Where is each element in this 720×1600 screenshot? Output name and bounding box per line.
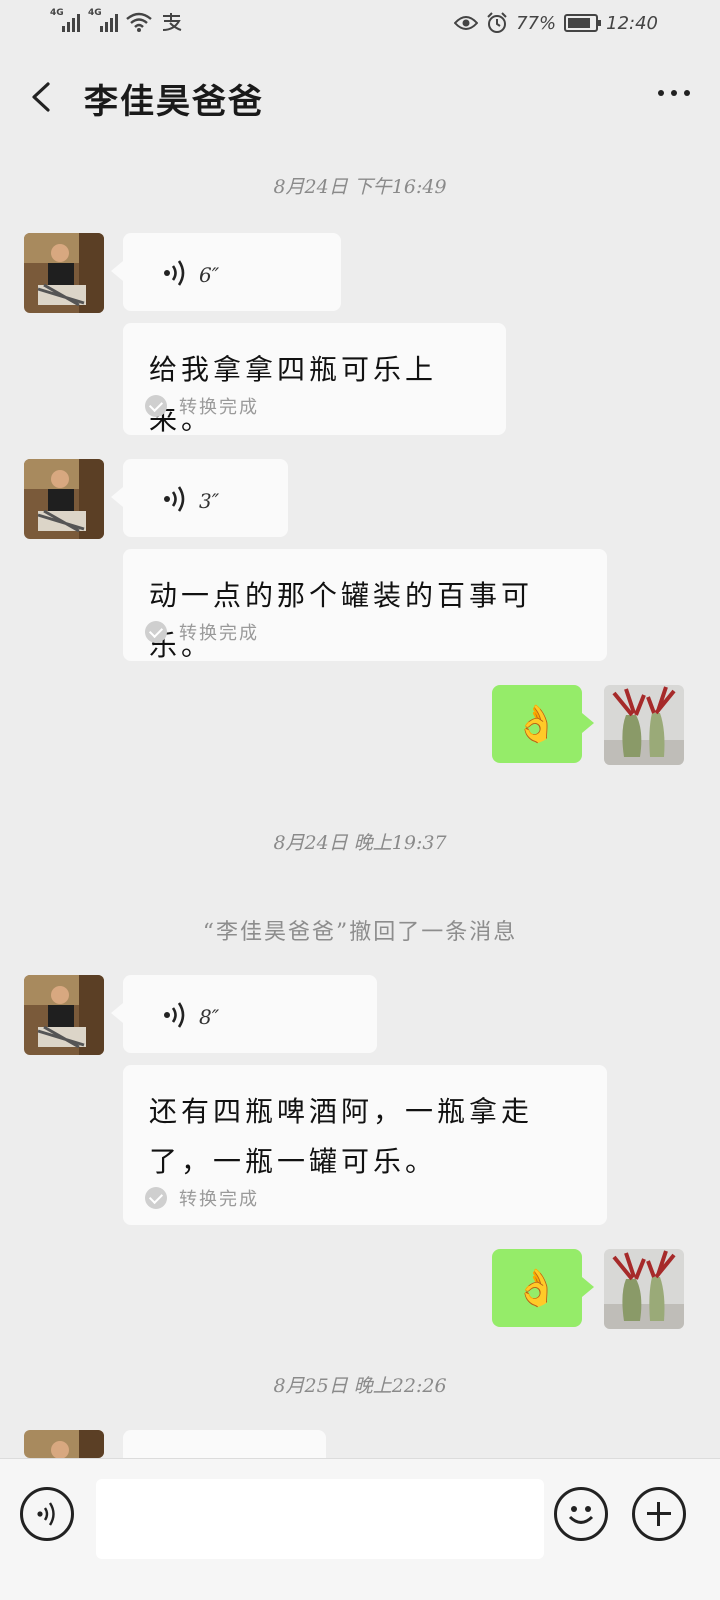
chat-title: 李佳昊爸爸 xyxy=(84,82,264,122)
check-icon xyxy=(145,395,167,417)
transcription-bubble[interactable]: 给我拿拿四瓶可乐上来。 转换完成 xyxy=(123,323,506,436)
avatar[interactable] xyxy=(24,1430,104,1458)
voice-message[interactable]: 8″ xyxy=(111,975,377,1053)
network-type: 4G xyxy=(50,8,64,18)
voice-duration: 8″ xyxy=(199,1005,220,1029)
battery-icon xyxy=(564,14,602,32)
transcription-status-label: 转换完成 xyxy=(179,1189,259,1210)
voice-icon xyxy=(37,1502,55,1526)
avatar[interactable] xyxy=(24,233,104,313)
avatar[interactable] xyxy=(24,975,104,1055)
my-avatar[interactable] xyxy=(604,1249,684,1329)
transcription-status: 转换完成 xyxy=(145,393,259,419)
check-icon xyxy=(145,621,167,643)
status-left: 4G 4G xyxy=(50,8,184,32)
transcription-status-label: 转换完成 xyxy=(179,623,259,644)
battery-percent: 77% xyxy=(516,12,557,34)
time-separator: 8月24日 下午16:49 xyxy=(273,176,447,198)
recall-notice: “李佳昊爸爸”撤回了一条消息 xyxy=(202,920,518,945)
transcription-text: 还有四瓶啤酒阿，一瓶拿走了，一瓶一罐可乐。 xyxy=(149,1095,534,1178)
sent-emoji-message[interactable]: 👌 xyxy=(492,685,594,763)
emoji-button[interactable] xyxy=(554,1487,608,1541)
signal-icon: 4G xyxy=(50,8,80,32)
voice-icon xyxy=(164,1002,185,1028)
voice-icon xyxy=(164,486,185,512)
alipay-icon xyxy=(162,13,182,31)
avatar[interactable] xyxy=(24,459,104,539)
voice-icon xyxy=(164,260,185,286)
sent-emoji-message[interactable]: 👌 xyxy=(492,1249,594,1327)
my-avatar[interactable] xyxy=(604,685,684,765)
input-bar xyxy=(0,1458,720,1600)
voice-input-toggle[interactable] xyxy=(20,1487,74,1541)
back-arrow-icon[interactable] xyxy=(28,82,54,112)
clock: 12:40 xyxy=(606,12,658,34)
voice-duration: 6″ xyxy=(199,263,220,287)
time-separator: 8月24日 晚上19:37 xyxy=(273,832,447,854)
alarm-icon xyxy=(487,12,507,33)
check-icon xyxy=(145,1187,167,1209)
transcription-status-label: 转换完成 xyxy=(179,397,259,418)
smiley-icon xyxy=(568,1506,594,1524)
message-input[interactable] xyxy=(96,1479,544,1559)
eye-icon xyxy=(454,16,479,30)
transcription-status: 转换完成 xyxy=(145,1185,259,1211)
voice-message[interactable]: 3″ xyxy=(111,459,288,537)
more-functions-button[interactable] xyxy=(632,1487,686,1541)
network-type: 4G xyxy=(88,8,102,18)
ok-hand-emoji: 👌 xyxy=(514,704,559,745)
voice-message[interactable] xyxy=(123,1430,326,1458)
chat-header: 李佳昊爸爸 xyxy=(0,48,720,144)
wifi-icon xyxy=(126,12,152,32)
voice-duration: 3″ xyxy=(199,489,220,513)
status-right: 77% 12:40 xyxy=(454,12,658,34)
transcription-bubble[interactable]: 还有四瓶啤酒阿，一瓶拿走了，一瓶一罐可乐。 转换完成 xyxy=(123,1065,607,1225)
status-bar: 4G 4G 77% 12:40 xyxy=(0,0,720,48)
voice-message[interactable]: 6″ xyxy=(111,233,341,311)
transcription-bubble[interactable]: 动一点的那个罐装的百事可乐。 转换完成 xyxy=(123,549,607,662)
plus-icon xyxy=(657,1502,660,1526)
more-options-icon[interactable] xyxy=(658,90,690,96)
time-separator: 8月25日 晚上22:26 xyxy=(273,1375,447,1397)
transcription-status: 转换完成 xyxy=(145,619,259,645)
signal-icon: 4G xyxy=(88,8,118,32)
ok-hand-emoji: 👌 xyxy=(514,1268,559,1309)
